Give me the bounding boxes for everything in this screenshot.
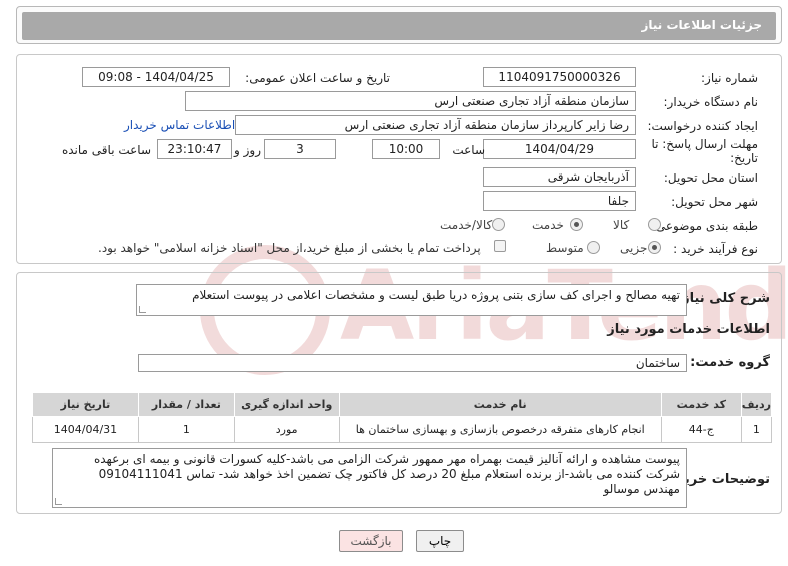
buyer-org-label: نام دستگاه خریدار: bbox=[663, 95, 759, 109]
category-radio-goods-service[interactable] bbox=[492, 218, 505, 231]
process-type-label: نوع فرآیند خرید : bbox=[673, 242, 758, 256]
services-table-header: ردیف کد خدمت نام خدمت واحد اندازه گیری ت… bbox=[32, 392, 773, 417]
treasury-payment-checkbox[interactable] bbox=[494, 240, 506, 252]
col-quantity: تعداد / مقدار bbox=[137, 392, 235, 417]
cell-service-name: انجام کارهای متفرقه درخصوص بازسازی و بهس… bbox=[338, 416, 662, 443]
description-label: شرح کلی نیاز: bbox=[676, 291, 770, 306]
need-number-field[interactable]: 1104091750000326 bbox=[483, 67, 636, 87]
services-section-title: اطلاعات خدمات مورد نیاز bbox=[607, 322, 770, 337]
city-field[interactable]: جلفا bbox=[483, 191, 636, 211]
page-title: جزئیات اطلاعات نیاز bbox=[641, 18, 762, 32]
category-label: طبقه بندی موضوعی: bbox=[651, 219, 758, 233]
deadline-date-field[interactable]: 1404/04/29 bbox=[483, 139, 636, 159]
cell-need-date: 1404/04/31 bbox=[32, 416, 139, 443]
province-label: استان محل تحویل: bbox=[663, 171, 758, 185]
print-button[interactable]: چاپ bbox=[416, 530, 464, 552]
cell-quantity: 1 bbox=[137, 416, 235, 443]
announce-datetime-field[interactable]: 1404/04/25 - 09:08 bbox=[82, 67, 230, 87]
treasury-payment-note: پرداخت تمام یا بخشی از مبلغ خرید،از محل … bbox=[98, 241, 481, 255]
col-row-number: ردیف bbox=[740, 392, 773, 417]
city-label: شهر محل تحویل: bbox=[671, 195, 758, 209]
process-option-medium: متوسط bbox=[546, 241, 584, 255]
province-field[interactable]: آذربایجان شرقی bbox=[483, 167, 636, 187]
cell-unit: مورد bbox=[233, 416, 340, 443]
col-need-date: تاریخ نیاز bbox=[32, 392, 139, 417]
resize-grip-icon[interactable] bbox=[55, 498, 62, 505]
buyer-contact-link[interactable]: اطلاعات تماس خریدار bbox=[124, 118, 235, 132]
buyer-org-field[interactable]: سازمان منطقه آزاد تجاری صنعتی ارس bbox=[185, 91, 636, 111]
header-bar: جزئیات اطلاعات نیاز bbox=[22, 12, 776, 40]
description-text: تهیه مصالح و اجرای کف سازی بتنی پروژه در… bbox=[192, 288, 680, 302]
process-radio-medium[interactable] bbox=[587, 241, 600, 254]
description-textarea[interactable]: تهیه مصالح و اجرای کف سازی بتنی پروژه در… bbox=[136, 284, 687, 316]
category-option-service: خدمت bbox=[532, 218, 564, 232]
header-panel: جزئیات اطلاعات نیاز bbox=[16, 6, 782, 44]
buyer-notes-textarea[interactable]: پیوست مشاهده و ارائه آنالیز قیمت بهمراه … bbox=[52, 448, 687, 508]
buyer-notes-text: پیوست مشاهده و ارائه آنالیز قیمت بهمراه … bbox=[93, 452, 680, 496]
resize-grip-icon[interactable] bbox=[139, 306, 146, 313]
cell-row-number: 1 bbox=[740, 416, 773, 443]
deadline-time-field[interactable]: 10:00 bbox=[372, 139, 440, 159]
services-table: ردیف کد خدمت نام خدمت واحد اندازه گیری ت… bbox=[32, 392, 773, 443]
table-row[interactable]: 1 ج-44 انجام کارهای متفرقه درخصوص بازساز… bbox=[32, 416, 773, 443]
process-option-minor: جزیی bbox=[620, 241, 648, 255]
announce-datetime-label: تاریخ و ساعت اعلان عمومی: bbox=[245, 71, 390, 85]
category-option-goods: کالا bbox=[613, 218, 630, 232]
category-radio-service[interactable] bbox=[570, 218, 583, 231]
col-service-name: نام خدمت bbox=[338, 392, 662, 417]
deadline-time-label: ساعت bbox=[452, 143, 485, 157]
deadline-date-label: تاریخ: bbox=[730, 151, 758, 165]
days-remaining-field[interactable]: 3 bbox=[264, 139, 336, 159]
process-radio-minor[interactable] bbox=[648, 241, 661, 254]
requester-label: ایجاد کننده درخواست: bbox=[647, 119, 758, 133]
requester-field[interactable]: رضا زایر کارپرداز سازمان منطقه آزاد تجار… bbox=[235, 115, 636, 135]
category-option-goods-service: کالا/خدمت bbox=[440, 218, 493, 232]
col-unit: واحد اندازه گیری bbox=[233, 392, 340, 417]
cell-service-code: ج-44 bbox=[660, 416, 742, 443]
category-radio-goods[interactable] bbox=[648, 218, 661, 231]
need-number-label: شماره نیاز: bbox=[701, 71, 758, 85]
deadline-label: مهلت ارسال پاسخ: تا bbox=[651, 137, 758, 151]
days-label: روز و bbox=[234, 143, 261, 157]
remaining-time-field[interactable]: 23:10:47 bbox=[157, 139, 232, 159]
remaining-time-label: ساعت باقی مانده bbox=[61, 143, 151, 157]
service-group-label: گروه خدمت: bbox=[690, 355, 770, 370]
back-button[interactable]: بازگشت bbox=[339, 530, 403, 552]
col-service-code: کد خدمت bbox=[660, 392, 742, 417]
service-group-field[interactable]: ساختمان bbox=[138, 354, 687, 372]
